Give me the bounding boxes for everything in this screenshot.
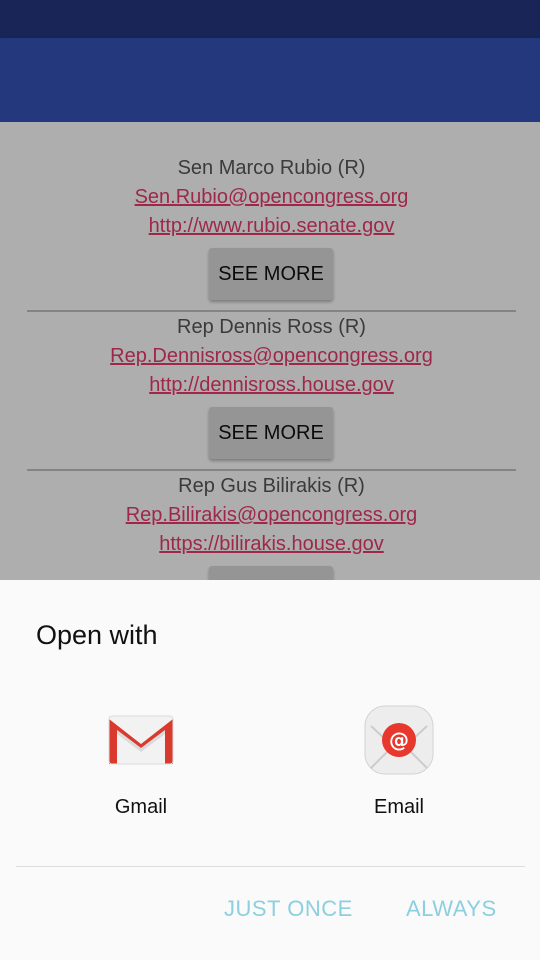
scrim: [0, 0, 540, 122]
app-label: Email: [373, 796, 424, 818]
app-option-email[interactable]: @ Email: [319, 700, 479, 830]
open-with-dialog: Open with Gmail @ Email JUST ONCE ALWAYS: [0, 580, 540, 960]
svg-text:@: @: [389, 728, 409, 752]
email-app-icon: @: [363, 704, 435, 776]
gmail-icon: [105, 704, 177, 776]
dialog-title: Open with: [36, 620, 158, 650]
just-once-button[interactable]: JUST ONCE: [224, 896, 353, 922]
screen: Sen Marco Rubio (R) Sen.Rubio@opencongre…: [0, 0, 540, 960]
app-option-gmail[interactable]: Gmail: [61, 700, 221, 830]
always-button[interactable]: ALWAYS: [406, 896, 497, 922]
app-label: Gmail: [114, 796, 168, 818]
dialog-divider: [16, 866, 525, 867]
